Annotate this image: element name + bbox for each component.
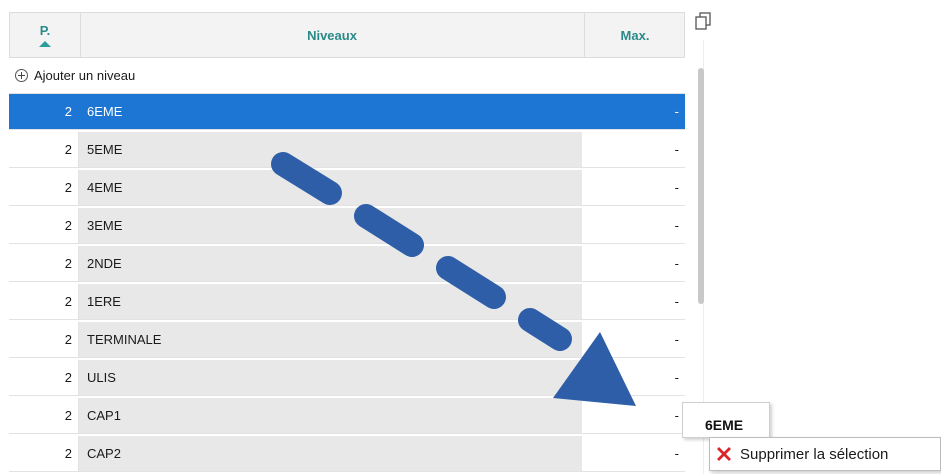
table-row[interactable]: 2 1ERE - (9, 284, 685, 320)
add-level-row[interactable]: Ajouter un niveau (9, 58, 685, 94)
table-row[interactable]: 2 TERMINALE - (9, 322, 685, 358)
table-row[interactable]: 2 6EME - (9, 94, 685, 130)
levels-table: P. Niveaux Max. Ajouter un niveau 2 6EME -… (9, 12, 687, 474)
drag-tooltip-label: 6EME (705, 417, 744, 433)
cell-niveau[interactable]: 3EME (79, 208, 583, 243)
cell-p[interactable]: 2 (9, 398, 79, 433)
cell-max[interactable]: - (583, 208, 685, 243)
cell-max[interactable]: - (583, 170, 685, 205)
cell-p[interactable]: 2 (9, 170, 79, 205)
cell-p[interactable]: 2 (9, 436, 79, 471)
scrollbar-thumb[interactable] (698, 68, 704, 304)
cell-max[interactable]: - (583, 398, 685, 433)
plus-circle-icon (15, 69, 28, 82)
copy-icon[interactable] (695, 12, 711, 30)
cell-p[interactable]: 2 (9, 360, 79, 395)
delete-selection-label: Supprimer la sélection (740, 445, 889, 463)
column-header-max[interactable]: Max. (584, 13, 686, 57)
table-row[interactable]: 2 CAP2- (9, 436, 685, 472)
cell-niveau[interactable]: 4EME (79, 170, 583, 205)
table-row[interactable]: 2 4EME - (9, 170, 685, 206)
red-x-icon (717, 447, 731, 461)
cell-niveau[interactable]: 6EME (79, 94, 583, 129)
cell-p[interactable]: 2 (9, 284, 79, 319)
add-level-label: Ajouter un niveau (34, 68, 136, 83)
cell-p[interactable]: 2 (9, 208, 79, 243)
cell-p[interactable]: 2 (9, 246, 79, 281)
table-row[interactable]: 2 3EME - (9, 208, 685, 244)
column-header-max-label: Max. (620, 27, 650, 43)
table-row[interactable]: 2 CAP1- (9, 398, 685, 434)
drag-tooltip: 6EME (682, 402, 770, 438)
cell-max[interactable]: - (583, 322, 685, 357)
cell-p[interactable]: 2 (9, 132, 79, 167)
column-header-p[interactable]: P. (10, 13, 81, 57)
cell-max[interactable]: - (583, 132, 685, 167)
delete-selection-menu-item[interactable]: Supprimer la sélection (709, 437, 941, 471)
column-header-p-label: P. (39, 23, 51, 38)
cell-niveau[interactable]: CAP2 (79, 436, 583, 471)
cell-max[interactable]: - (583, 94, 685, 129)
cell-niveau[interactable]: CAP1 (79, 398, 583, 433)
cell-max[interactable]: - (583, 436, 685, 471)
cell-p[interactable]: 2 (9, 94, 79, 129)
column-header-niveaux-label: Niveaux (307, 27, 357, 43)
table-row[interactable]: 2 5EME - (9, 132, 685, 168)
column-header-niveaux[interactable]: Niveaux (80, 13, 585, 57)
cell-niveau[interactable]: 1ERE (79, 284, 583, 319)
cell-max[interactable]: - (583, 284, 685, 319)
cell-niveau[interactable]: 2NDE (79, 246, 583, 281)
table-row[interactable]: 2 ULIS - (9, 360, 685, 396)
table-row[interactable]: 2 2NDE - (9, 246, 685, 282)
cell-p[interactable]: 2 (9, 322, 79, 357)
cell-niveau[interactable]: 5EME (79, 132, 583, 167)
cell-max[interactable]: - (583, 246, 685, 281)
cell-max[interactable]: - (583, 360, 685, 395)
cell-niveau[interactable]: TERMINALE (79, 322, 583, 357)
cell-niveau[interactable]: ULIS (79, 360, 583, 395)
table-header: P. Niveaux Max. (9, 12, 685, 58)
sort-up-icon (39, 41, 51, 47)
